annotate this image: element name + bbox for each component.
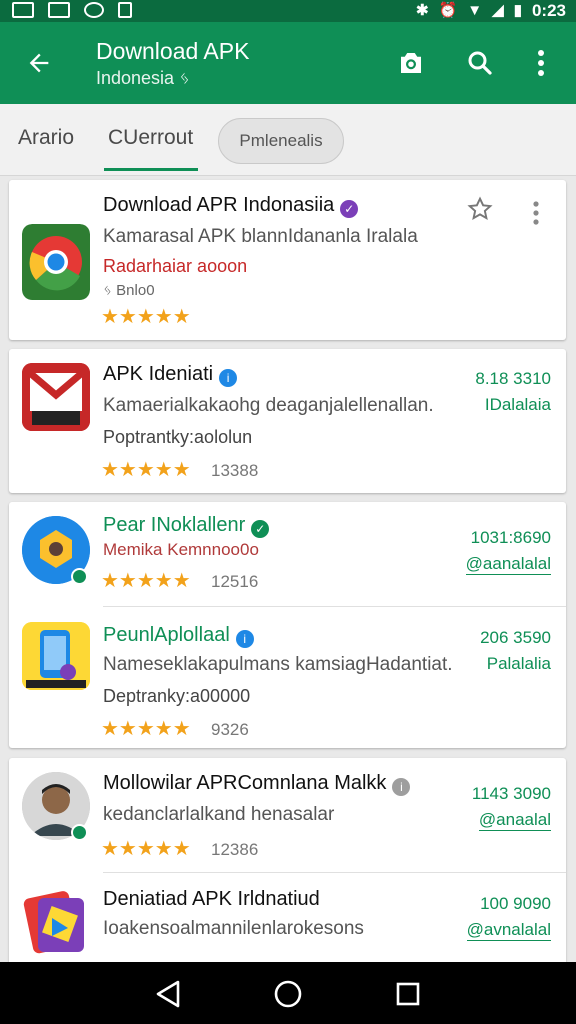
app-name: Pear INoklallenr ✓ [103,514,270,538]
rating-stars: ★★★★★ [101,306,191,328]
app-card[interactable]: Download APR Indonasiia ✓ Kamarasal APK b… [9,180,566,340]
rating-stars: ★★★★★ [101,718,191,740]
app-row[interactable]: PeunlAplollaal i Nameseklakapulmans kamsi… [9,608,566,748]
rating-count: 9326 [211,720,249,739]
app-price: 1143 3090 [471,784,551,803]
app-description: Ioakensoalmannilenlarokesons [103,918,364,939]
app-price: 8.18 3310 [475,369,551,388]
info-badge-icon: i [219,369,238,387]
cloud-notification-icon [84,2,104,18]
app-card-group: Mollowilar APRComnlana Malkk i kedanclarl… [9,758,566,968]
app-status[interactable]: IDalalaia [485,395,551,415]
favorite-button[interactable] [465,194,495,224]
app-description: kedanclarlalkand henasalar [103,804,335,825]
installed-badge-icon [71,824,88,841]
star-outline-icon [467,196,493,221]
app-row[interactable]: Deniatiad APK Irldnatiud Ioakensoalmanni… [9,874,566,964]
app-meta: ᛃ Bnlo0 [103,282,155,299]
screenshot-button[interactable] [390,42,432,84]
tab-arario[interactable]: Arario [18,126,74,150]
rating-stars: ★★★★★ [101,570,191,592]
app-description: Kamaerialkakaohg deaganjalellenallan. [103,395,434,416]
app-bar: Download APK Indonesia ᛃ [0,22,576,104]
app-status[interactable]: Palalalia [487,654,551,674]
chrome-icon [22,224,90,300]
installed-badge-icon [71,568,88,585]
app-card-group: Pear INoklallenr ✓ Memika Kemnnoo0o ★★★★★… [9,502,566,748]
image-notification-icon [12,2,34,18]
bluetooth-icon: ✱ [416,2,429,19]
nav-back-button[interactable] [150,976,186,1012]
rating-count: 13388 [211,461,259,480]
app-description: Nameseklakapulmans kamsiagHadantiat. [103,654,453,675]
page-title: Download APK [96,38,250,64]
app-price: 1031:8690 [470,528,551,547]
row-divider [103,606,566,607]
rating-stars: ★★★★★ [101,838,191,860]
tab-bar: Arario CUerrout Pmlenealis [0,104,576,176]
camera-icon [401,53,421,73]
app-description: Kamarasal APK blannIdananla Iralala [103,226,418,247]
info-badge-icon: i [392,778,411,796]
filter-chip[interactable]: Pmlenealis [218,118,344,164]
verified-badge-icon: ✓ [340,200,359,218]
folder-app-icon [22,888,90,956]
app-name: Mollowilar APRComnlana Malkk i [103,772,411,796]
app-price: 100 9090 [480,894,551,913]
battery-icon: ▮ [513,2,522,19]
more-vert-icon [538,50,544,76]
card-menu-button[interactable] [532,200,540,231]
clock: 0:23 [531,1,566,20]
more-vert-icon [533,201,539,225]
app-status[interactable]: @aanalalal [465,554,551,575]
square-recents-icon [396,982,420,1006]
signal-icon: ◢ [492,2,504,19]
rating-count: 12516 [211,572,259,591]
navigation-bar [0,962,576,1024]
page-subtitle: Indonesia ᛃ [96,68,190,88]
app-row[interactable]: Mollowilar APRComnlana Malkk i kedanclarl… [9,758,566,872]
app-developer: Poptrantky:aololun [103,427,253,447]
app-row[interactable]: Pear INoklallenr ✓ Memika Kemnnoo0o ★★★★★… [9,502,566,606]
overflow-menu-button[interactable] [520,42,562,84]
back-button[interactable] [20,44,58,82]
rating-count: 12386 [211,840,259,859]
app-name: APK Ideniati i [103,363,238,387]
app-status[interactable]: @anaalal [478,810,551,831]
alarm-icon: ⏰ [438,2,458,19]
row-divider [103,872,566,873]
rating-stars: ★★★★★ [101,459,191,481]
mail-app-icon [22,363,90,431]
nav-home-button[interactable] [270,976,306,1012]
app-name: PeunlAplollaal i [103,624,254,648]
triangle-back-icon [156,980,180,1008]
verified-badge-icon: ✓ [251,520,270,538]
active-tab-indicator [104,168,198,171]
system-indicators: ✱ ⏰ ▼ ◢ ▮ 0:23 [416,1,566,21]
app-developer: Deptranky:a00000 [103,686,251,706]
phone-app-icon [22,622,90,690]
nav-recents-button[interactable] [390,976,426,1012]
app-card[interactable]: APK Ideniati i Kamaerialkakaohg deaganjal… [9,349,566,493]
download-notification-icon [118,2,132,18]
app-developer: Radarhaiar aooon [103,256,248,276]
app-description: Memika Kemnnoo0o [103,540,259,559]
gallery-notification-icon [48,2,70,18]
wifi-icon: ▼ [467,2,483,19]
notification-icons [12,2,132,18]
app-price: 206 3590 [480,628,551,647]
status-bar: ✱ ⏰ ▼ ◢ ▮ 0:23 [0,0,576,22]
search-button[interactable] [459,42,501,84]
tab-current[interactable]: CUerrout [108,126,193,150]
app-name: Deniatiad APK Irldnatiud [103,888,320,910]
info-badge-icon: i [235,630,254,648]
circle-home-icon [274,980,302,1008]
app-name: Download APR Indonasiia ✓ [103,194,359,218]
arrow-left-icon [29,53,49,73]
search-icon [468,51,492,75]
app-status[interactable]: @avnalalal [466,920,551,941]
